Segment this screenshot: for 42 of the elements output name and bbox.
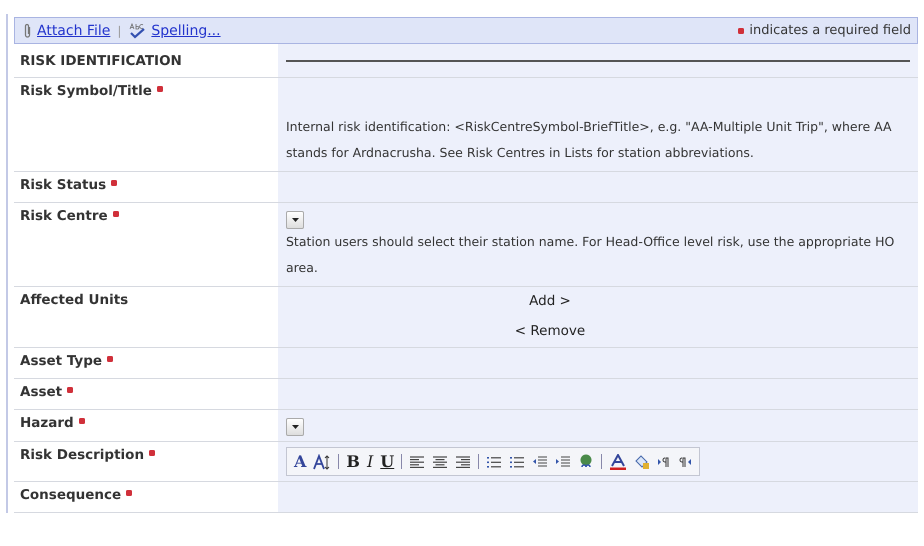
dropdown[interactable] bbox=[286, 211, 304, 229]
separator: | bbox=[117, 24, 122, 38]
caret-icon bbox=[292, 218, 298, 222]
dropdown[interactable] bbox=[286, 418, 304, 436]
field-label: Risk Description bbox=[20, 447, 144, 463]
field-label: Risk Centre bbox=[20, 208, 108, 224]
outdent-icon[interactable] bbox=[532, 454, 548, 468]
right-to-left-icon[interactable] bbox=[678, 456, 692, 468]
field-label: Hazard bbox=[20, 415, 74, 431]
field-label: Asset bbox=[20, 384, 62, 400]
paperclip-icon bbox=[23, 22, 32, 38]
help-text: Internal risk identification: <RiskCentreSymbol-BriefTitle>, e.g. "AA-Multiple Unit Trip", where AA stands for Ardnacrusha. See Risk Centres in Lists for station abbreviations. bbox=[286, 118, 893, 162]
text-color-icon[interactable] bbox=[609, 454, 628, 470]
toolbar-link[interactable]: Attach File bbox=[37, 22, 110, 38]
toolbar-link[interactable]: Spelling... bbox=[151, 22, 221, 38]
globe-link-icon[interactable] bbox=[578, 454, 594, 470]
paint-bucket-icon[interactable] bbox=[634, 454, 650, 470]
list-button[interactable]: Add > bbox=[529, 293, 571, 309]
spell-check-icon bbox=[128, 22, 146, 38]
left-to-right-icon[interactable] bbox=[657, 456, 672, 468]
legend-text: indicates a required field bbox=[749, 23, 911, 38]
font-size-icon[interactable] bbox=[313, 454, 332, 470]
underline-button[interactable]: U bbox=[380, 454, 394, 470]
help-text: Station users should select their station name. For Head-Office level risk, use the appropriate HO area. bbox=[286, 233, 896, 277]
numbered-list-icon[interactable] bbox=[486, 454, 502, 468]
indent-icon[interactable] bbox=[555, 454, 572, 468]
align-center-icon[interactable] bbox=[432, 454, 448, 468]
bold-button[interactable]: B bbox=[346, 454, 360, 470]
field-label: Risk Symbol/Title bbox=[20, 83, 152, 99]
required-icon bbox=[738, 28, 744, 34]
field-label: Risk Status bbox=[20, 177, 106, 193]
field-label: RISK IDENTIFICATION bbox=[20, 53, 182, 69]
align-right-icon[interactable] bbox=[455, 454, 472, 468]
font-button[interactable]: A bbox=[294, 454, 306, 470]
field-label: Consequence bbox=[20, 487, 122, 503]
list-button[interactable]: < Remove bbox=[514, 323, 586, 339]
bullet-list-icon[interactable] bbox=[509, 454, 526, 468]
align-left-icon[interactable] bbox=[409, 454, 426, 468]
field-label: Affected Units bbox=[20, 292, 128, 308]
caret-icon bbox=[292, 425, 298, 429]
field-label: Asset Type bbox=[20, 353, 102, 369]
italic-button[interactable]: I bbox=[366, 454, 374, 470]
